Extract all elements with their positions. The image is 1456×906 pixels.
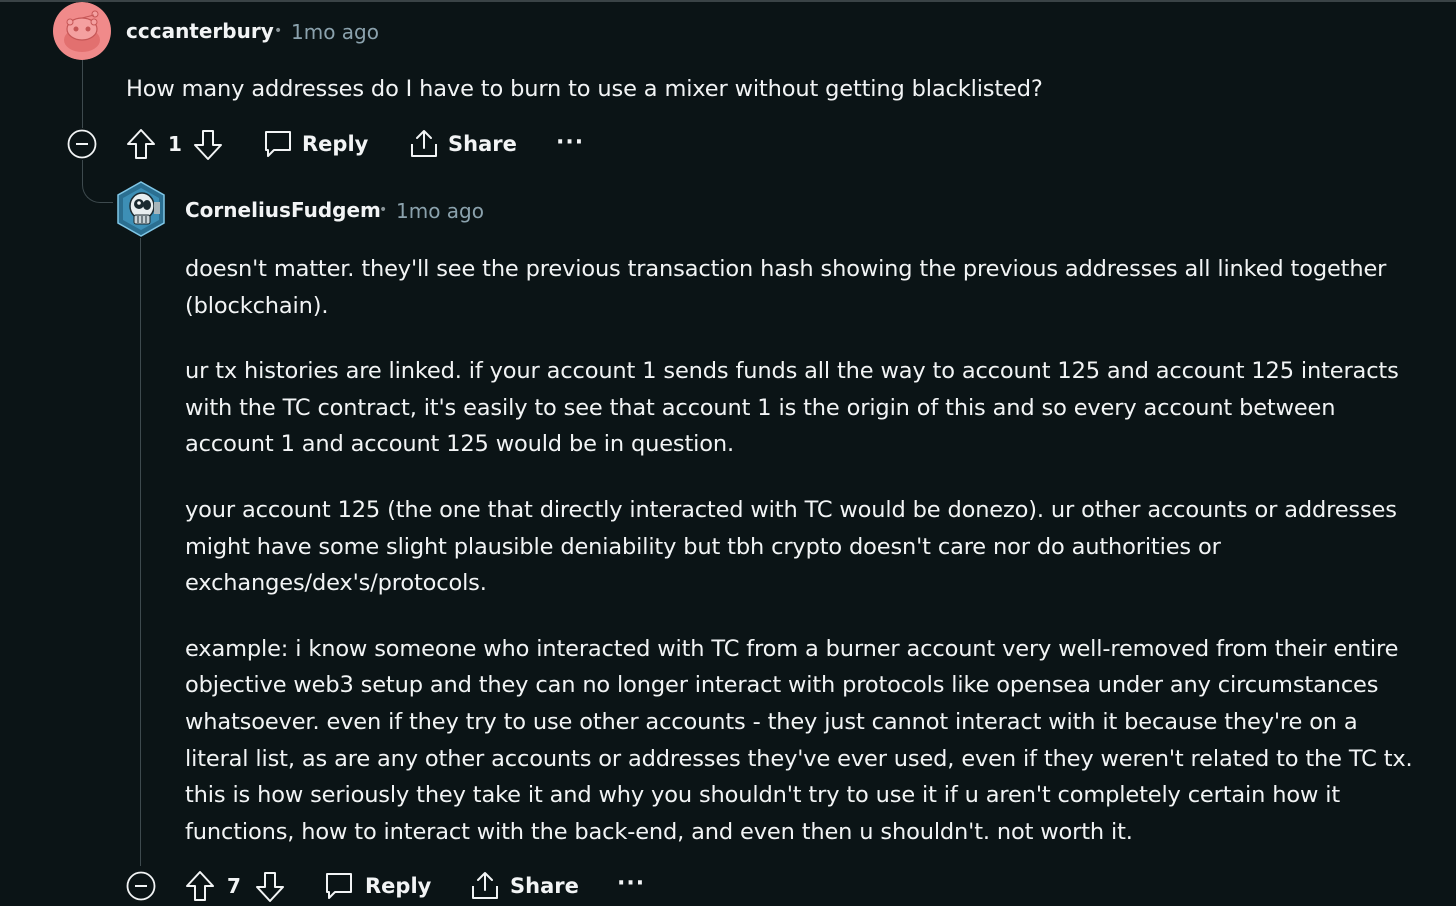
upvote-button[interactable] bbox=[126, 128, 156, 160]
collapse-icon bbox=[126, 871, 156, 901]
comment-paragraph: ur tx histories are linked. if your acco… bbox=[185, 358, 1399, 458]
collapse-button[interactable] bbox=[126, 871, 156, 901]
comment-body: doesn't matter. they'll see the previous… bbox=[185, 251, 1425, 850]
avatar[interactable] bbox=[114, 180, 168, 238]
more-icon: ··· bbox=[556, 130, 585, 155]
more-icon: ··· bbox=[617, 871, 646, 896]
comment-author[interactable]: CorneliusFudgem bbox=[185, 198, 381, 222]
upvote-icon bbox=[186, 871, 214, 901]
comment-icon bbox=[326, 873, 352, 899]
comment-paragraph: example: i know someone who interacted w… bbox=[185, 635, 1413, 845]
downvote-button[interactable] bbox=[193, 129, 223, 161]
reply-label: Reply bbox=[365, 874, 432, 898]
thread-line-child bbox=[140, 238, 141, 866]
share-label: Share bbox=[448, 132, 517, 156]
snoo-avatar-icon bbox=[53, 2, 111, 60]
share-icon bbox=[411, 130, 437, 157]
upvote-icon bbox=[127, 129, 155, 159]
more-options-button[interactable]: ··· bbox=[556, 130, 584, 155]
reply-button[interactable]: Reply bbox=[262, 128, 368, 160]
more-options-button[interactable]: ··· bbox=[617, 871, 645, 896]
meta-separator: • bbox=[379, 202, 388, 218]
comment-paragraph: How many addresses do I have to burn to … bbox=[126, 76, 1043, 102]
comment-body: How many addresses do I have to burn to … bbox=[126, 71, 1416, 108]
share-icon bbox=[472, 872, 498, 899]
comment-icon bbox=[265, 131, 291, 157]
downvote-icon bbox=[194, 130, 222, 160]
collapse-icon bbox=[67, 129, 97, 159]
thread-line-parent bbox=[82, 60, 83, 128]
comment-timestamp[interactable]: 1mo ago bbox=[291, 20, 379, 44]
upvote-button[interactable] bbox=[185, 870, 215, 902]
vote-count: 7 bbox=[227, 874, 241, 898]
vote-count: 1 bbox=[168, 132, 182, 156]
share-button[interactable]: Share bbox=[469, 870, 579, 902]
robot-avatar-icon bbox=[117, 181, 165, 237]
comment-author[interactable]: cccanterbury bbox=[126, 19, 274, 43]
comment-timestamp[interactable]: 1mo ago bbox=[396, 199, 484, 223]
comment-paragraph: doesn't matter. they'll see the previous… bbox=[185, 256, 1387, 319]
thread-elbow bbox=[82, 160, 113, 203]
meta-separator: • bbox=[274, 23, 283, 39]
avatar[interactable] bbox=[52, 2, 112, 60]
reply-button[interactable]: Reply bbox=[323, 870, 431, 902]
top-border bbox=[0, 0, 1456, 2]
share-label: Share bbox=[510, 874, 579, 898]
comment-paragraph: your account 125 (the one that directly … bbox=[185, 496, 1397, 597]
reply-label: Reply bbox=[302, 132, 369, 156]
share-button[interactable]: Share bbox=[408, 128, 517, 160]
downvote-icon bbox=[256, 872, 284, 902]
collapse-button[interactable] bbox=[67, 129, 97, 159]
downvote-button[interactable] bbox=[255, 871, 285, 903]
